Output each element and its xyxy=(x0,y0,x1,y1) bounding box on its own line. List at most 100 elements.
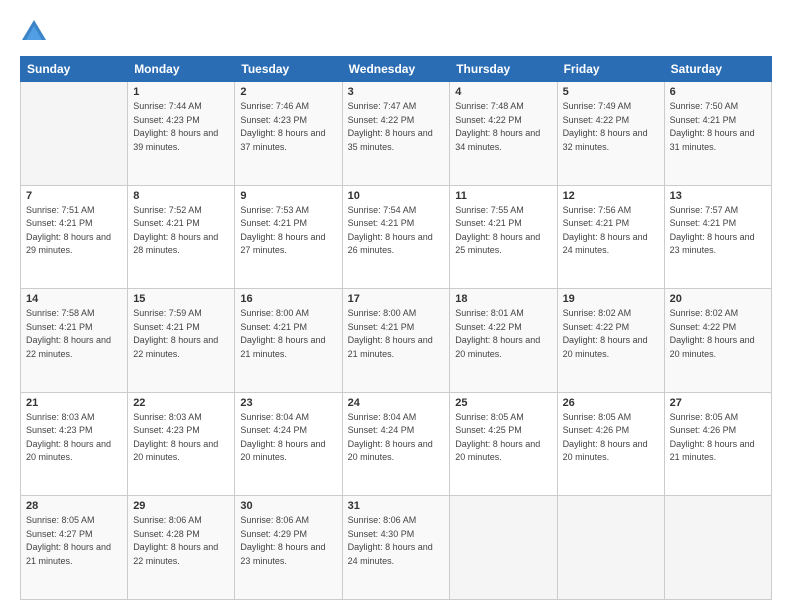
day-number: 30 xyxy=(240,500,336,512)
page: SundayMondayTuesdayWednesdayThursdayFrid… xyxy=(0,0,792,612)
day-number: 10 xyxy=(348,190,445,202)
day-cell: 13 Sunrise: 7:57 AMSunset: 4:21 PMDayligh… xyxy=(664,185,771,289)
day-number: 14 xyxy=(26,293,122,305)
header-thursday: Thursday xyxy=(450,57,557,82)
day-number: 15 xyxy=(133,293,229,305)
day-cell: 7 Sunrise: 7:51 AMSunset: 4:21 PMDaylight… xyxy=(21,185,128,289)
day-info: Sunrise: 8:06 AMSunset: 4:28 PMDaylight:… xyxy=(133,514,229,568)
day-info: Sunrise: 8:03 AMSunset: 4:23 PMDaylight:… xyxy=(26,411,122,465)
day-cell: 25 Sunrise: 8:05 AMSunset: 4:25 PMDayligh… xyxy=(450,392,557,496)
day-cell: 6 Sunrise: 7:50 AMSunset: 4:21 PMDaylight… xyxy=(664,82,771,186)
header-monday: Monday xyxy=(128,57,235,82)
day-cell xyxy=(557,496,664,600)
day-number: 21 xyxy=(26,397,122,409)
day-info: Sunrise: 8:00 AMSunset: 4:21 PMDaylight:… xyxy=(240,307,336,361)
day-info: Sunrise: 8:02 AMSunset: 4:22 PMDaylight:… xyxy=(670,307,766,361)
day-number: 11 xyxy=(455,190,551,202)
day-cell xyxy=(664,496,771,600)
day-number: 24 xyxy=(348,397,445,409)
day-cell: 8Sunrise: 7:52 AMSunset: 4:21 PMDaylight… xyxy=(128,185,235,289)
day-cell: 3Sunrise: 7:47 AMSunset: 4:22 PMDaylight… xyxy=(342,82,450,186)
day-info: Sunrise: 7:49 AMSunset: 4:22 PMDaylight:… xyxy=(563,100,659,154)
day-number: 5 xyxy=(563,86,659,98)
header-wednesday: Wednesday xyxy=(342,57,450,82)
day-info: Sunrise: 7:44 AMSunset: 4:23 PMDaylight:… xyxy=(133,100,229,154)
day-number: 6 xyxy=(670,86,766,98)
day-info: Sunrise: 7:52 AMSunset: 4:21 PMDaylight:… xyxy=(133,204,229,258)
day-cell: 22 Sunrise: 8:03 AMSunset: 4:23 PMDayligh… xyxy=(128,392,235,496)
day-number: 23 xyxy=(240,397,336,409)
day-number: 19 xyxy=(563,293,659,305)
week-row-2: 14 Sunrise: 7:58 AMSunset: 4:21 PMDayligh… xyxy=(21,289,772,393)
day-info: Sunrise: 7:46 AMSunset: 4:23 PMDaylight:… xyxy=(240,100,336,154)
day-info: Sunrise: 7:58 AMSunset: 4:21 PMDaylight:… xyxy=(26,307,122,361)
day-info: Sunrise: 8:04 AMSunset: 4:24 PMDaylight:… xyxy=(348,411,445,465)
day-info: Sunrise: 8:03 AMSunset: 4:23 PMDaylight:… xyxy=(133,411,229,465)
day-info: Sunrise: 7:50 AMSunset: 4:21 PMDaylight:… xyxy=(670,100,766,154)
day-number: 26 xyxy=(563,397,659,409)
logo-icon xyxy=(20,18,48,46)
day-info: Sunrise: 7:54 AMSunset: 4:21 PMDaylight:… xyxy=(348,204,445,258)
day-info: Sunrise: 8:05 AMSunset: 4:25 PMDaylight:… xyxy=(455,411,551,465)
calendar-header-row: SundayMondayTuesdayWednesdayThursdayFrid… xyxy=(21,57,772,82)
day-info: Sunrise: 8:02 AMSunset: 4:22 PMDaylight:… xyxy=(563,307,659,361)
day-cell: 24 Sunrise: 8:04 AMSunset: 4:24 PMDayligh… xyxy=(342,392,450,496)
day-cell: 15Sunrise: 7:59 AMSunset: 4:21 PMDayligh… xyxy=(128,289,235,393)
day-cell: 17 Sunrise: 8:00 AMSunset: 4:21 PMDayligh… xyxy=(342,289,450,393)
day-info: Sunrise: 8:05 AMSunset: 4:26 PMDaylight:… xyxy=(670,411,766,465)
day-cell: 23Sunrise: 8:04 AMSunset: 4:24 PMDayligh… xyxy=(235,392,342,496)
day-number: 1 xyxy=(133,86,229,98)
header-friday: Friday xyxy=(557,57,664,82)
week-row-3: 21 Sunrise: 8:03 AMSunset: 4:23 PMDayligh… xyxy=(21,392,772,496)
header xyxy=(20,18,772,46)
day-cell: 19 Sunrise: 8:02 AMSunset: 4:22 PMDayligh… xyxy=(557,289,664,393)
week-row-1: 7 Sunrise: 7:51 AMSunset: 4:21 PMDaylight… xyxy=(21,185,772,289)
day-info: Sunrise: 8:05 AMSunset: 4:27 PMDaylight:… xyxy=(26,514,122,568)
day-number: 28 xyxy=(26,500,122,512)
day-cell: 27 Sunrise: 8:05 AMSunset: 4:26 PMDayligh… xyxy=(664,392,771,496)
day-cell: 16 Sunrise: 8:00 AMSunset: 4:21 PMDayligh… xyxy=(235,289,342,393)
day-cell: 20 Sunrise: 8:02 AMSunset: 4:22 PMDayligh… xyxy=(664,289,771,393)
day-cell: 21 Sunrise: 8:03 AMSunset: 4:23 PMDayligh… xyxy=(21,392,128,496)
day-cell: 11 Sunrise: 7:55 AMSunset: 4:21 PMDayligh… xyxy=(450,185,557,289)
day-number: 7 xyxy=(26,190,122,202)
day-info: Sunrise: 8:01 AMSunset: 4:22 PMDaylight:… xyxy=(455,307,551,361)
week-row-0: 1 Sunrise: 7:44 AMSunset: 4:23 PMDaylight… xyxy=(21,82,772,186)
day-number: 16 xyxy=(240,293,336,305)
day-info: Sunrise: 7:53 AMSunset: 4:21 PMDaylight:… xyxy=(240,204,336,258)
header-tuesday: Tuesday xyxy=(235,57,342,82)
day-cell: 10 Sunrise: 7:54 AMSunset: 4:21 PMDayligh… xyxy=(342,185,450,289)
day-number: 17 xyxy=(348,293,445,305)
day-info: Sunrise: 7:48 AMSunset: 4:22 PMDaylight:… xyxy=(455,100,551,154)
logo xyxy=(20,18,50,46)
day-cell: 31 Sunrise: 8:06 AMSunset: 4:30 PMDayligh… xyxy=(342,496,450,600)
day-number: 29 xyxy=(133,500,229,512)
day-number: 25 xyxy=(455,397,551,409)
day-cell: 18 Sunrise: 8:01 AMSunset: 4:22 PMDayligh… xyxy=(450,289,557,393)
day-number: 22 xyxy=(133,397,229,409)
day-info: Sunrise: 8:06 AMSunset: 4:29 PMDaylight:… xyxy=(240,514,336,568)
day-info: Sunrise: 8:00 AMSunset: 4:21 PMDaylight:… xyxy=(348,307,445,361)
day-number: 27 xyxy=(670,397,766,409)
day-cell: 14 Sunrise: 7:58 AMSunset: 4:21 PMDayligh… xyxy=(21,289,128,393)
day-cell: 4Sunrise: 7:48 AMSunset: 4:22 PMDaylight… xyxy=(450,82,557,186)
day-cell: 30 Sunrise: 8:06 AMSunset: 4:29 PMDayligh… xyxy=(235,496,342,600)
day-info: Sunrise: 7:51 AMSunset: 4:21 PMDaylight:… xyxy=(26,204,122,258)
day-info: Sunrise: 8:05 AMSunset: 4:26 PMDaylight:… xyxy=(563,411,659,465)
day-number: 18 xyxy=(455,293,551,305)
day-cell: 26 Sunrise: 8:05 AMSunset: 4:26 PMDayligh… xyxy=(557,392,664,496)
day-cell: 12Sunrise: 7:56 AMSunset: 4:21 PMDayligh… xyxy=(557,185,664,289)
day-info: Sunrise: 7:55 AMSunset: 4:21 PMDaylight:… xyxy=(455,204,551,258)
day-number: 13 xyxy=(670,190,766,202)
day-cell: 1 Sunrise: 7:44 AMSunset: 4:23 PMDaylight… xyxy=(128,82,235,186)
day-number: 31 xyxy=(348,500,445,512)
week-row-4: 28 Sunrise: 8:05 AMSunset: 4:27 PMDayligh… xyxy=(21,496,772,600)
day-info: Sunrise: 7:56 AMSunset: 4:21 PMDaylight:… xyxy=(563,204,659,258)
day-number: 2 xyxy=(240,86,336,98)
day-cell xyxy=(450,496,557,600)
day-info: Sunrise: 7:47 AMSunset: 4:22 PMDaylight:… xyxy=(348,100,445,154)
day-info: Sunrise: 7:57 AMSunset: 4:21 PMDaylight:… xyxy=(670,204,766,258)
day-cell: 2 Sunrise: 7:46 AMSunset: 4:23 PMDaylight… xyxy=(235,82,342,186)
day-info: Sunrise: 8:06 AMSunset: 4:30 PMDaylight:… xyxy=(348,514,445,568)
day-number: 20 xyxy=(670,293,766,305)
